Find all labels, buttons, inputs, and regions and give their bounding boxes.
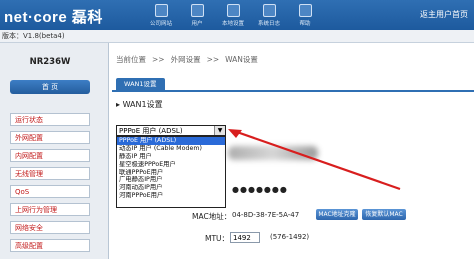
brand-logo: net·core 磊科	[4, 9, 103, 26]
connection-type-select[interactable]: PPPoE 用户 (ADSL) ▼	[116, 125, 226, 136]
option-pppoe[interactable]: PPPoE 用户 (ADSL)	[117, 137, 225, 145]
connection-type-options: PPPoE 用户 (ADSL) 动态IP 用户 (Cable Modem) 静态…	[116, 136, 226, 208]
tab-bar: WAN1设置	[112, 78, 474, 92]
settings-icon	[226, 4, 240, 17]
nav-user[interactable]: 用户	[180, 3, 214, 27]
mtu-input[interactable]: 1492	[230, 232, 260, 243]
arrow-head	[228, 129, 242, 138]
sidebar-item-security[interactable]: 网络安全	[10, 221, 90, 234]
home-link[interactable]: 返主用户首页	[420, 9, 468, 20]
option-unicom-pppoe[interactable]: 联通PPPoE用户	[117, 169, 225, 177]
sidebar-item-advanced[interactable]: 高级配置	[10, 239, 90, 252]
option-henan-dhcp[interactable]: 河南动态IP用户	[117, 184, 225, 192]
sidebar-item-status[interactable]: 运行状态	[10, 113, 90, 126]
home-button[interactable]: 首 页	[10, 80, 90, 94]
globe-icon	[154, 4, 168, 17]
sidebar-item-lan[interactable]: 内网配置	[10, 149, 90, 162]
chevron-down-icon[interactable]: ▼	[214, 126, 225, 135]
password-field[interactable]: ●●●●●●●	[232, 185, 288, 194]
sidebar-item-behavior[interactable]: 上网行为管理	[10, 203, 90, 216]
option-static[interactable]: 静态IP 用户	[117, 153, 225, 161]
section-title: ▸ WAN1设置	[116, 100, 163, 109]
sidebar-item-wan[interactable]: 外网配置	[10, 131, 90, 144]
sidebar-item-qos[interactable]: QoS	[10, 185, 90, 198]
mtu-hint: (576-1492)	[270, 233, 310, 241]
nav-local-settings[interactable]: 本地设置	[216, 3, 250, 27]
arrow-line	[233, 129, 401, 191]
user-icon	[190, 4, 204, 17]
nav-company-site[interactable]: 公司网站	[144, 3, 178, 27]
mtu-label: MTU：	[205, 234, 230, 243]
version-bar: 版本：V1.8(beta4)	[0, 30, 474, 43]
help-icon	[298, 4, 312, 17]
option-henan-pppoe[interactable]: 河南PPPoE用户	[117, 192, 225, 200]
nav-system-log[interactable]: 系统日志	[252, 3, 286, 27]
log-icon	[262, 4, 276, 17]
tab-wan1[interactable]: WAN1设置	[116, 78, 165, 90]
breadcrumb: 当前位置 >> 外网设置 >> WAN设置	[116, 55, 258, 64]
restore-mac-button[interactable]: 恢复默认MAC	[362, 209, 406, 220]
mac-value: 04-8D-38-7E-5A-47	[232, 211, 300, 219]
device-model: NR236W	[29, 57, 71, 67]
option-dhcp[interactable]: 动态IP 用户 (Cable Modem)	[117, 145, 225, 153]
sidebar: NR236W 首 页 运行状态 外网配置 内网配置 无线管理 QoS 上网行为管…	[0, 43, 109, 259]
top-header: net·core 磊科 公司网站 用户 本地设置 系统日志 帮助 返主用户首页	[0, 0, 474, 30]
mac-clone-button[interactable]: MAC地址克隆	[316, 209, 358, 220]
option-cable-static[interactable]: 广电静态IP用户	[117, 176, 225, 184]
account-field-obscured	[228, 146, 318, 160]
mac-label: MAC地址：	[192, 212, 232, 221]
nav-help[interactable]: 帮助	[288, 3, 322, 27]
option-xingkong-pppoe[interactable]: 星空极速PPPoE用户	[117, 161, 225, 169]
sidebar-item-wireless[interactable]: 无线管理	[10, 167, 90, 180]
